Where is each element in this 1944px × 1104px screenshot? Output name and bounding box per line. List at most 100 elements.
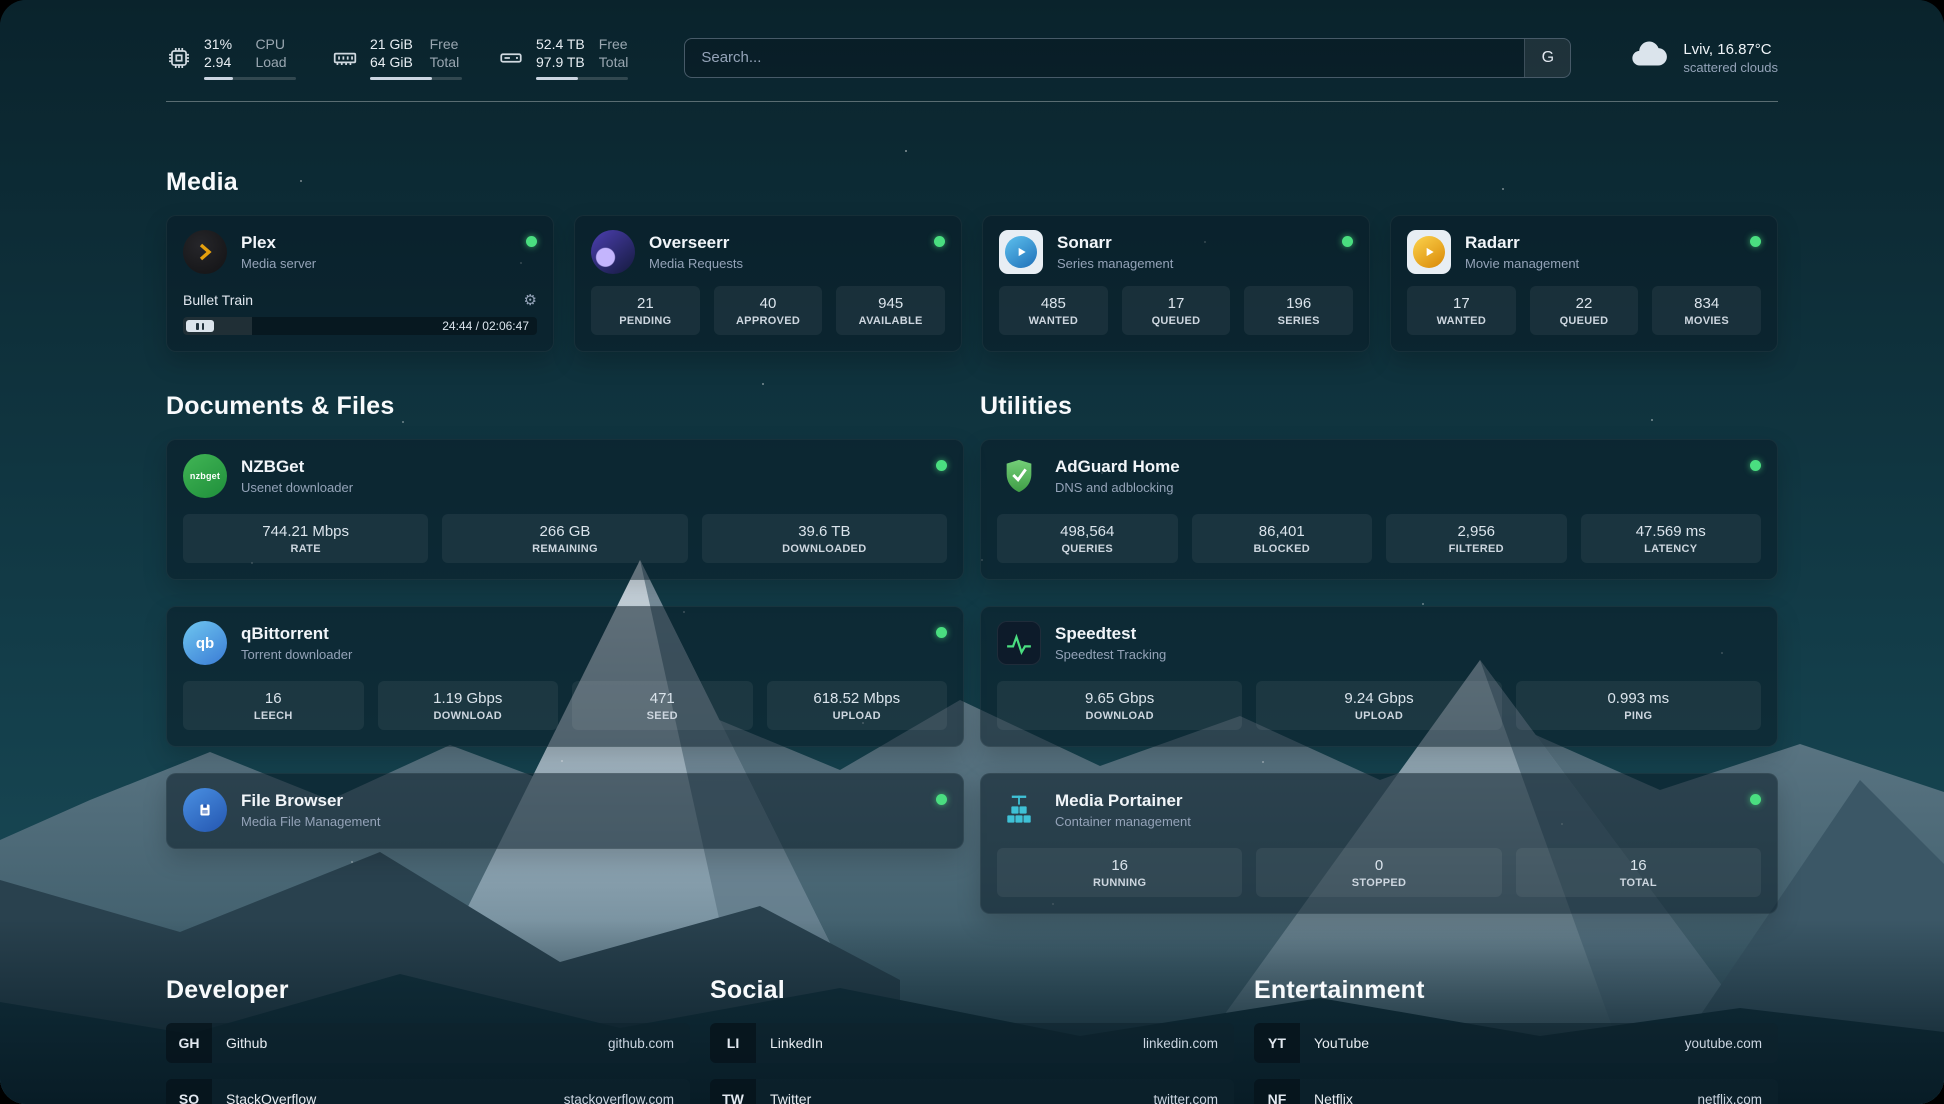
section-documents: Documents & Files nzbget NZBGet Usenet d… <box>166 392 964 914</box>
stat-total: 16TOTAL <box>1516 848 1761 897</box>
service-name: Media Portainer <box>1055 791 1191 811</box>
stat-upload: 618.52 MbpsUPLOAD <box>767 681 948 730</box>
stat-queued: 22QUEUED <box>1530 286 1639 335</box>
stat-leech: 16LEECH <box>183 681 364 730</box>
search-provider-button[interactable]: G <box>1524 39 1570 77</box>
service-name: Sonarr <box>1057 233 1173 253</box>
memory-free-label: Free <box>430 36 462 54</box>
disk-widget: 52.4 TB Free 97.9 TB Total <box>498 36 628 80</box>
service-desc: Media server <box>241 256 316 271</box>
stat-latency: 47.569 msLATENCY <box>1581 514 1762 563</box>
status-dot <box>936 794 947 805</box>
memory-total-label: Total <box>430 54 462 72</box>
cpu-icon <box>166 45 192 71</box>
service-name: Overseerr <box>649 233 743 253</box>
stat-upload: 9.24 GbpsUPLOAD <box>1256 681 1501 730</box>
memory-total: 64 GiB <box>370 54 416 72</box>
link-github[interactable]: GH Github github.com <box>166 1023 690 1063</box>
section-media: Media Plex Media server <box>166 168 1778 352</box>
media-section-title: Media <box>166 168 1778 197</box>
disk-free: 52.4 TB <box>536 36 585 54</box>
weather-widget: Lviv, 16.87°C scattered clouds <box>1627 34 1778 81</box>
gear-icon[interactable]: ⚙ <box>524 293 537 308</box>
linkedin-icon: LI <box>710 1023 756 1063</box>
radarr-icon <box>1407 230 1451 274</box>
service-desc: Series management <box>1057 256 1173 271</box>
stat-stopped: 0STOPPED <box>1256 848 1501 897</box>
dashboard: 31% CPU 2.94 Load <box>0 0 1944 1104</box>
service-name: qBittorrent <box>241 624 352 644</box>
memory-widget: 21 GiB Free 64 GiB Total <box>332 36 462 80</box>
link-youtube[interactable]: YT YouTube youtube.com <box>1254 1023 1778 1063</box>
portainer-icon <box>997 788 1041 832</box>
stat-available: 945AVAILABLE <box>836 286 945 335</box>
service-card-sonarr[interactable]: Sonarr Series management 485WANTED 17QUE… <box>982 215 1370 352</box>
service-card-qbittorrent[interactable]: qb qBittorrent Torrent downloader 16LEEC… <box>166 606 964 747</box>
status-dot <box>936 460 947 471</box>
service-name: Radarr <box>1465 233 1579 253</box>
search-input[interactable] <box>685 39 1524 77</box>
stat-download: 9.65 GbpsDOWNLOAD <box>997 681 1242 730</box>
pause-button[interactable] <box>186 320 214 332</box>
stat-seed: 471SEED <box>572 681 753 730</box>
disk-free-label: Free <box>599 36 629 54</box>
sonarr-icon <box>999 230 1043 274</box>
link-linkedin[interactable]: LI LinkedIn linkedin.com <box>710 1023 1234 1063</box>
service-card-radarr[interactable]: Radarr Movie management 17WANTED 22QUEUE… <box>1390 215 1778 352</box>
search-bar: G <box>684 38 1571 78</box>
service-card-nzbget[interactable]: nzbget NZBGet Usenet downloader 744.21 M… <box>166 439 964 580</box>
service-name: File Browser <box>241 791 380 811</box>
status-dot <box>934 236 945 247</box>
stat-pending: 21PENDING <box>591 286 700 335</box>
github-icon: GH <box>166 1023 212 1063</box>
nzbget-icon: nzbget <box>183 454 227 498</box>
playback-progress-bar[interactable]: 24:44 / 02:06:47 <box>183 317 537 335</box>
disk-progress-track <box>536 77 628 80</box>
section-social: Social LI LinkedIn linkedin.com TW Twitt… <box>710 976 1234 1104</box>
service-card-filebrowser[interactable]: File Browser Media File Management <box>166 773 964 849</box>
section-entertainment: Entertainment YT YouTube youtube.com NF … <box>1254 976 1778 1104</box>
memory-icon <box>332 45 358 71</box>
status-dot <box>1750 460 1761 471</box>
stat-remaining: 266 GBREMAINING <box>442 514 687 563</box>
service-name: Speedtest <box>1055 624 1166 644</box>
link-netflix[interactable]: NF Netflix netflix.com <box>1254 1079 1778 1104</box>
overseerr-icon <box>591 230 635 274</box>
utilities-section-title: Utilities <box>980 392 1778 421</box>
disk-progress-fill <box>536 77 578 80</box>
cpu-progress-fill <box>204 77 233 80</box>
netflix-icon: NF <box>1254 1079 1300 1104</box>
cloud-icon <box>1627 34 1669 81</box>
qbittorrent-icon: qb <box>183 621 227 665</box>
service-card-portainer[interactable]: Media Portainer Container management 16R… <box>980 773 1778 914</box>
service-card-adguard[interactable]: AdGuard Home DNS and adblocking 498,564Q… <box>980 439 1778 580</box>
stat-queued: 17QUEUED <box>1122 286 1231 335</box>
speedtest-icon <box>997 621 1041 665</box>
section-developer: Developer GH Github github.com SO StackO… <box>166 976 690 1104</box>
service-card-overseerr[interactable]: Overseerr Media Requests 21PENDING 40APP… <box>574 215 962 352</box>
cpu-usage: 31% <box>204 36 241 54</box>
social-section-title: Social <box>710 976 1234 1005</box>
link-twitter[interactable]: TW Twitter twitter.com <box>710 1079 1234 1104</box>
service-card-plex[interactable]: Plex Media server Bullet Train ⚙ <box>166 215 554 352</box>
dashboard-content: 31% CPU 2.94 Load <box>0 0 1944 1104</box>
link-stackoverflow[interactable]: SO StackOverflow stackoverflow.com <box>166 1079 690 1104</box>
playback-time: 24:44 / 02:06:47 <box>442 319 529 333</box>
stat-wanted: 17WANTED <box>1407 286 1516 335</box>
stat-series: 196SERIES <box>1244 286 1353 335</box>
plex-now-playing: Bullet Train ⚙ 24:44 / 02:06:47 <box>183 280 537 335</box>
developer-section-title: Developer <box>166 976 690 1005</box>
stat-queries: 498,564QUERIES <box>997 514 1178 563</box>
status-dot <box>1342 236 1353 247</box>
weather-location: Lviv, 16.87°C <box>1683 41 1778 58</box>
service-name: Plex <box>241 233 316 253</box>
stat-downloaded: 39.6 TBDOWNLOADED <box>702 514 947 563</box>
service-card-speedtest[interactable]: Speedtest Speedtest Tracking 9.65 GbpsDO… <box>980 606 1778 747</box>
cpu-progress-track <box>204 77 296 80</box>
service-desc: DNS and adblocking <box>1055 480 1180 495</box>
status-dot <box>1750 236 1761 247</box>
status-dot <box>1750 794 1761 805</box>
memory-free: 21 GiB <box>370 36 416 54</box>
stat-ping: 0.993 msPING <box>1516 681 1761 730</box>
section-utilities: Utilities AdGu <box>980 392 1778 914</box>
